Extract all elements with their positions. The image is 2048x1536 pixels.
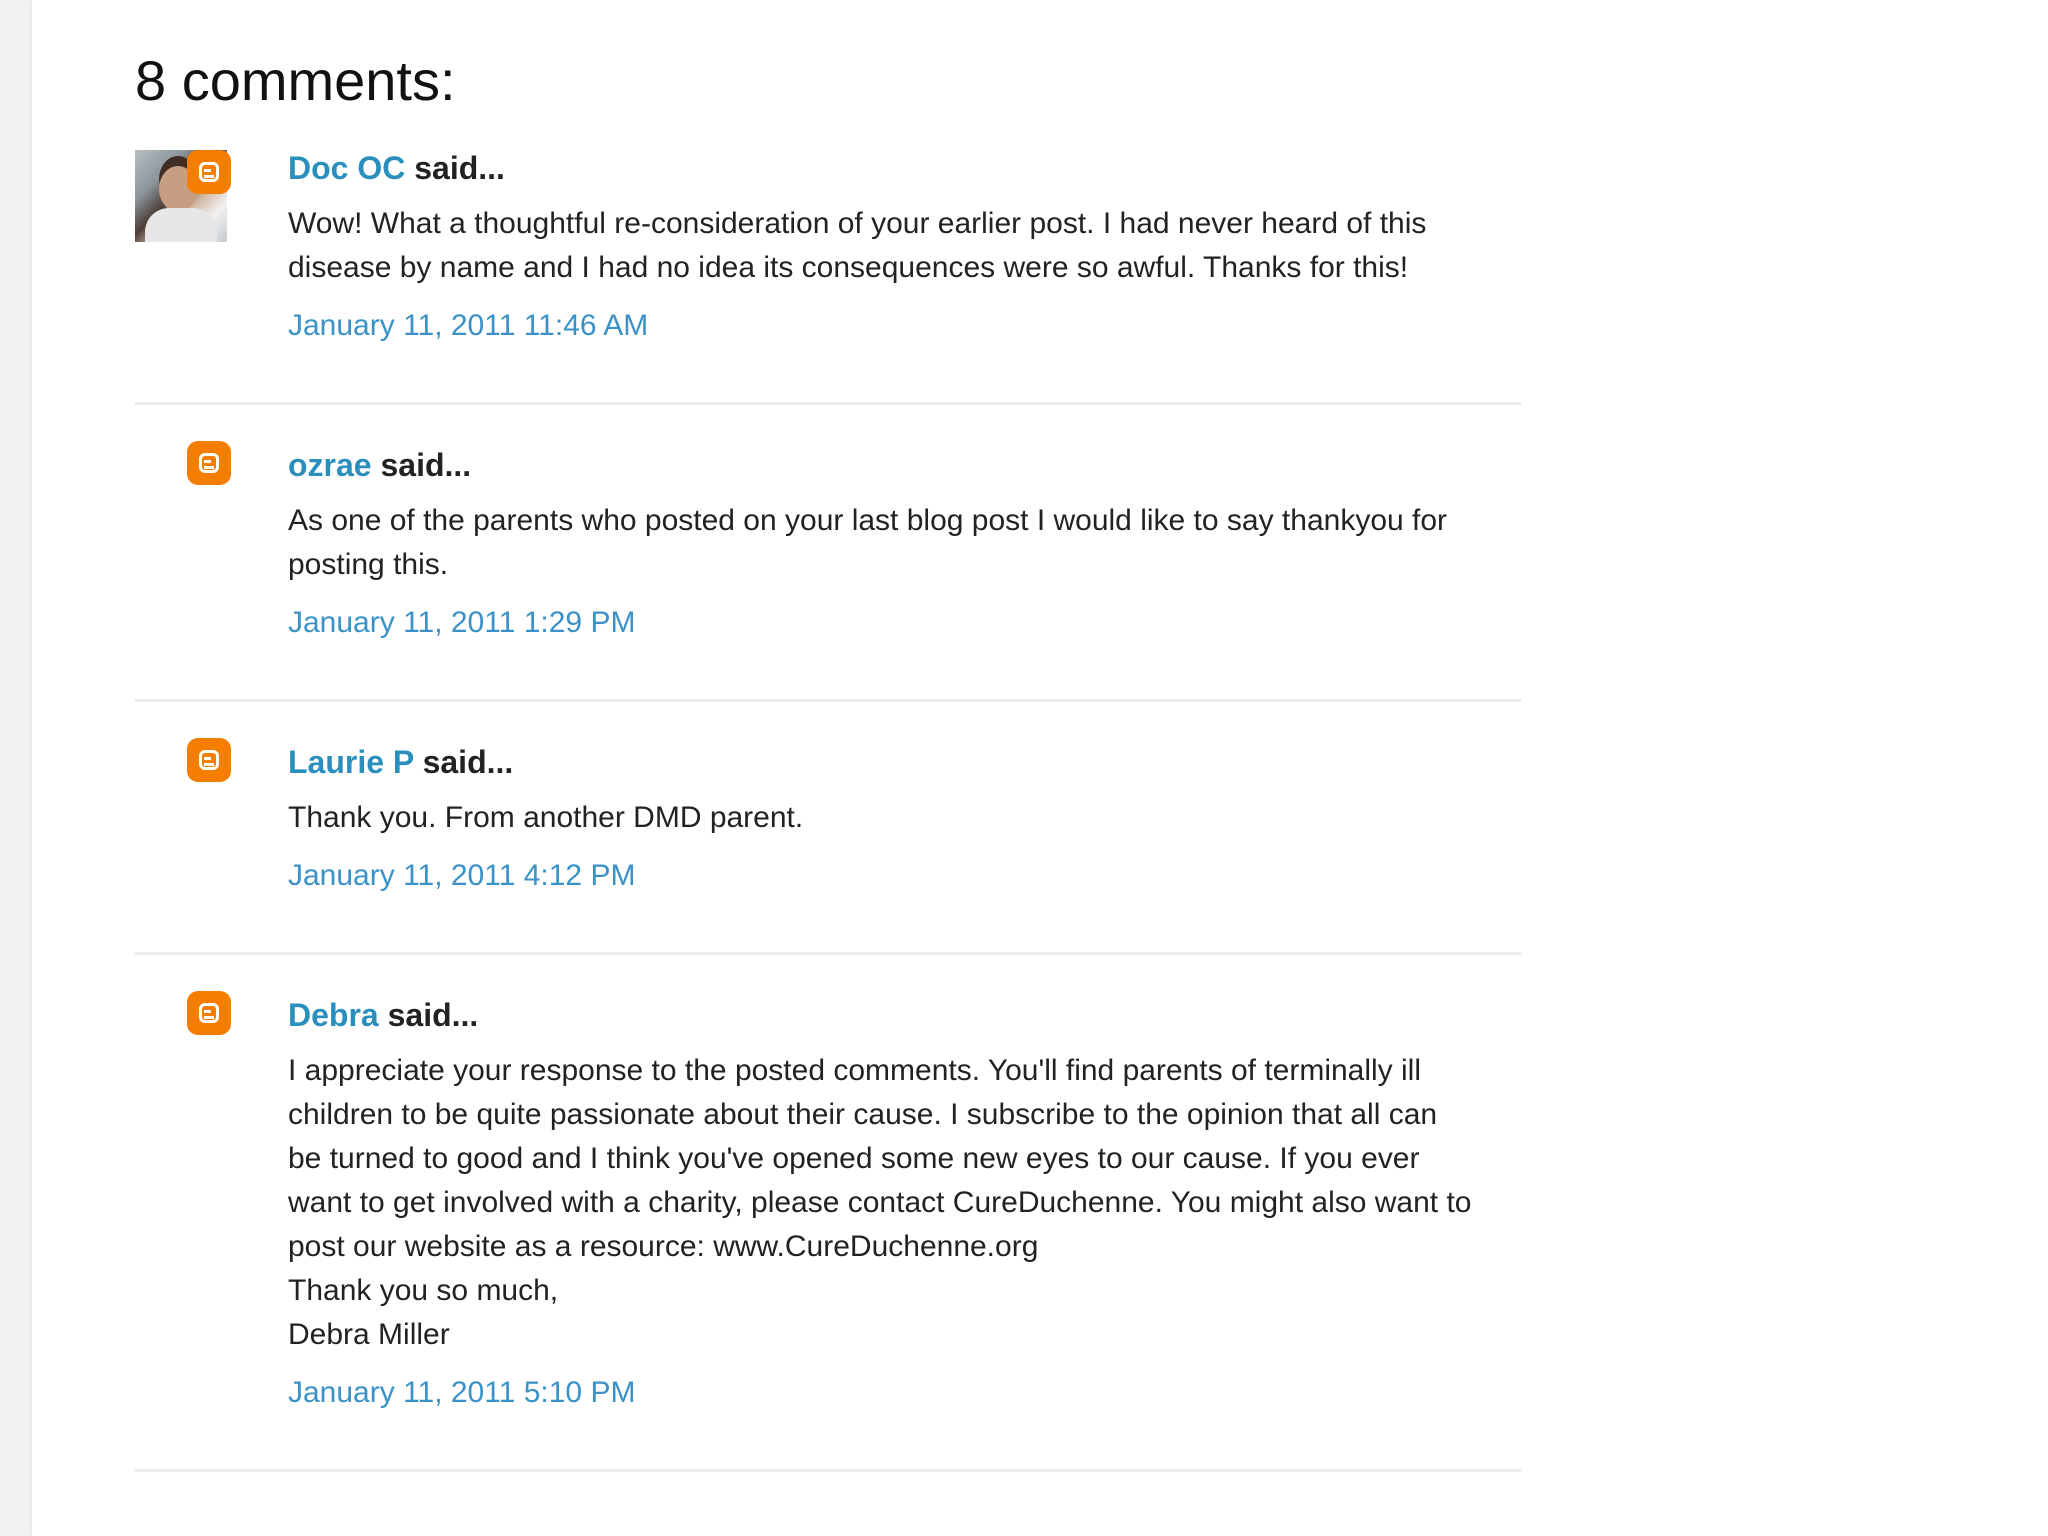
comment-text: I appreciate your response to the posted…: [288, 1054, 1472, 1351]
avatar[interactable]: [135, 441, 231, 537]
comment-timestamp-link[interactable]: January 11, 2011 11:46 AM: [288, 306, 648, 346]
said-label: said...: [422, 744, 514, 780]
comments-heading: 8 comments:: [135, 49, 456, 112]
said-label: said...: [387, 997, 479, 1033]
blogger-icon[interactable]: [187, 738, 231, 782]
comment-item: Doc OC said... Wow! What a thoughtful re…: [135, 114, 1521, 405]
avatar[interactable]: [135, 738, 231, 834]
comment-text: Wow! What a thoughtful re-consideration …: [288, 207, 1427, 284]
comment-timestamp-link[interactable]: January 11, 2011 5:10 PM: [288, 1373, 635, 1413]
comment-author-line: ozrae said...: [288, 445, 1473, 485]
comment-item: Debra said... I appreciate your response…: [135, 955, 1521, 1472]
said-label: said...: [414, 150, 505, 186]
comment-author-line: Laurie P said...: [288, 742, 1473, 782]
comment-author-link[interactable]: Laurie P: [288, 744, 414, 780]
comment-body: Doc OC said... Wow! What a thoughtful re…: [288, 148, 1473, 346]
comment-item: Laurie P said... Thank you. From another…: [135, 702, 1521, 955]
right-sidebar-empty: [1568, 0, 2048, 1536]
comment-text: As one of the parents who posted on your…: [288, 504, 1448, 581]
blogger-icon[interactable]: [187, 441, 231, 485]
comment-timestamp-link[interactable]: January 11, 2011 4:12 PM: [288, 856, 635, 896]
said-label: said...: [380, 447, 472, 483]
avatar[interactable]: [135, 150, 231, 246]
blogger-icon[interactable]: [187, 991, 231, 1035]
comment-body: Laurie P said... Thank you. From another…: [288, 742, 1473, 896]
comment-item: ozrae said... As one of the parents who …: [135, 405, 1521, 702]
comment-timestamp-link[interactable]: January 11, 2011 1:29 PM: [288, 603, 635, 643]
comment-author-line: Doc OC said...: [288, 148, 1473, 188]
comment-body: ozrae said... As one of the parents who …: [288, 445, 1473, 643]
avatar[interactable]: [135, 991, 231, 1087]
comment-author-link[interactable]: ozrae: [288, 447, 372, 483]
comment-body: Debra said... I appreciate your response…: [288, 995, 1473, 1413]
comments-section: 8 comments: Doc OC said... Wow! What a t…: [135, 0, 1521, 1472]
comment-author-line: Debra said...: [288, 995, 1473, 1035]
comment-text: Thank you. From another DMD parent.: [288, 801, 804, 834]
comment-author-link[interactable]: Debra: [288, 997, 379, 1033]
blog-page: 8 comments: Doc OC said... Wow! What a t…: [32, 0, 1568, 1536]
comment-author-link[interactable]: Doc OC: [288, 150, 405, 186]
blogger-icon: [187, 150, 231, 194]
